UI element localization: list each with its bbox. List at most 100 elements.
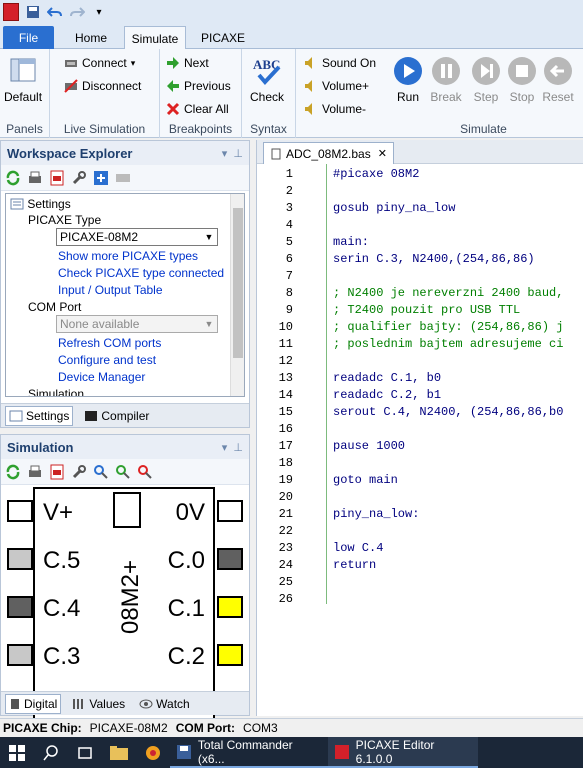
tab-file-adc[interactable]: ADC_08M2.bas ✕ xyxy=(263,142,394,164)
tab-simulate[interactable]: Simulate xyxy=(124,26,186,50)
refresh-icon[interactable] xyxy=(5,464,21,480)
zoom-in-icon[interactable] xyxy=(115,464,131,480)
code-line[interactable]: pause 1000 xyxy=(333,439,405,453)
wrench-icon[interactable] xyxy=(71,464,87,480)
code-line[interactable]: readadc C.2, b1 xyxy=(333,388,441,402)
step-button[interactable]: Step xyxy=(470,55,502,104)
tab-watch[interactable]: Watch xyxy=(136,695,193,713)
code-line[interactable]: piny_na_low: xyxy=(333,507,419,521)
workspace-bottom-tabs: Settings Compiler xyxy=(1,403,249,427)
chevron-down-icon: ▼ xyxy=(204,319,214,329)
zoom-icon[interactable] xyxy=(93,464,109,480)
panel-options-icon[interactable]: ▾ ⊥ xyxy=(222,147,243,160)
code-line[interactable]: low C.4 xyxy=(333,541,383,555)
code-line[interactable]: ; N2400 je nereverzni 2400 baud, xyxy=(333,286,563,300)
file-explorer-icon[interactable] xyxy=(102,737,136,768)
sound-on-button[interactable]: Sound On xyxy=(304,53,376,73)
com-port-select[interactable]: None available ▼ xyxy=(56,315,218,333)
configure-test-link[interactable]: Configure and test xyxy=(58,353,156,367)
line-number: 21 xyxy=(278,507,293,521)
disconnect-button[interactable]: Disconnect xyxy=(64,76,141,96)
code-area[interactable]: 1 #picaxe 08M2 2 3 gosub piny_na_low 4 5 main: 6… xyxy=(257,164,583,716)
run-button[interactable]: Run xyxy=(392,55,424,104)
close-tab-icon[interactable]: ✕ xyxy=(378,147,387,160)
tab-values[interactable]: Values xyxy=(69,695,128,713)
app-icon[interactable] xyxy=(3,3,19,21)
picaxe-type-select[interactable]: PICAXE-08M2 ▼ xyxy=(56,228,218,246)
device-manager-link[interactable]: Device Manager xyxy=(58,370,145,384)
task-view-icon[interactable] xyxy=(68,737,102,768)
panel-options-icon[interactable]: ▾ ⊥ xyxy=(222,441,243,454)
tree-com-port[interactable]: COM Port xyxy=(28,300,81,314)
app-pinned-icon[interactable] xyxy=(136,737,170,768)
stop-button[interactable]: Stop xyxy=(506,55,538,104)
tab-picaxe[interactable]: PICAXE xyxy=(192,26,254,49)
clear-all-breakpoints-button[interactable]: Clear All xyxy=(166,99,229,119)
volume-down-button[interactable]: Volume- xyxy=(304,99,366,119)
reset-button[interactable]: Reset xyxy=(542,55,574,104)
expand-all-icon[interactable] xyxy=(93,170,109,186)
code-line[interactable]: ; poslednim bajtem adresujeme ci xyxy=(333,337,563,351)
volume-up-button[interactable]: Volume+ xyxy=(304,76,369,96)
windows-taskbar: Total Commander (x6... PICAXE Editor 6.1… xyxy=(0,737,583,768)
simulate-group: Run Break Step Stop Reset Simulate xyxy=(384,49,583,138)
taskbar-picaxe-editor[interactable]: PICAXE Editor 6.1.0.0 xyxy=(328,737,478,768)
pin-c4[interactable] xyxy=(7,596,33,618)
code-line[interactable]: ; qualifier bajty: (254,86,86) j xyxy=(333,320,563,334)
taskbar-total-commander[interactable]: Total Commander (x6... xyxy=(170,737,328,768)
syntax-group: ABC Check Syntax xyxy=(242,49,296,138)
code-line[interactable]: serout C.4, N2400, (254,86,86,b0 xyxy=(333,405,563,419)
code-line[interactable]: #picaxe 08M2 xyxy=(333,167,419,181)
code-line[interactable]: readadc C.1, b0 xyxy=(333,371,441,385)
pdf-icon[interactable] xyxy=(49,464,65,480)
show-more-types-link[interactable]: Show more PICAXE types xyxy=(58,249,198,263)
code-line[interactable]: goto main xyxy=(333,473,398,487)
tree-settings[interactable]: Settings xyxy=(10,197,71,211)
search-icon[interactable] xyxy=(34,737,68,768)
collapse-all-icon[interactable] xyxy=(115,170,131,186)
undo-icon[interactable] xyxy=(47,4,63,20)
compiler-icon xyxy=(85,410,98,421)
check-syntax-button[interactable]: ABC Check xyxy=(250,55,284,104)
default-button[interactable]: Default xyxy=(4,55,42,104)
tree-scrollbar[interactable] xyxy=(230,194,244,396)
refresh-com-link[interactable]: Refresh COM ports xyxy=(58,336,161,350)
tree-picaxe-type[interactable]: PICAXE Type xyxy=(28,213,101,227)
windows-start-icon[interactable] xyxy=(0,737,34,768)
wrench-icon[interactable] xyxy=(71,170,87,186)
refresh-icon[interactable] xyxy=(5,170,21,186)
pause-icon xyxy=(432,57,460,85)
print-icon[interactable] xyxy=(27,170,43,186)
check-type-link[interactable]: Check PICAXE type connected xyxy=(58,266,224,280)
save-icon[interactable] xyxy=(25,4,41,20)
pin-c2[interactable] xyxy=(217,644,243,666)
break-button[interactable]: Break xyxy=(430,55,462,104)
pdf-icon[interactable] xyxy=(49,170,65,186)
previous-breakpoint-button[interactable]: Previous xyxy=(166,76,231,96)
pin-c5[interactable] xyxy=(7,548,33,570)
print-icon[interactable] xyxy=(27,464,43,480)
pin-c3[interactable] xyxy=(7,644,33,666)
redo-icon[interactable] xyxy=(69,4,85,20)
code-line[interactable]: ; T2400 pouzit pro USB TTL xyxy=(333,303,520,317)
close-icon xyxy=(166,102,180,116)
tree-simulation[interactable]: Simulation xyxy=(28,387,84,396)
zoom-out-icon[interactable] xyxy=(137,464,153,480)
customize-toolbar-icon[interactable]: ▾ xyxy=(91,4,107,20)
tab-compiler[interactable]: Compiler xyxy=(81,407,152,425)
code-line[interactable]: main: xyxy=(333,235,369,249)
tab-digital[interactable]: Digital xyxy=(5,693,62,714)
code-line[interactable]: serin C.3, N2400,(254,86,86) xyxy=(333,252,535,266)
code-line[interactable]: return xyxy=(333,558,376,572)
tab-file[interactable]: File xyxy=(3,26,54,49)
tab-home[interactable]: Home xyxy=(62,26,120,49)
io-table-link[interactable]: Input / Output Table xyxy=(58,283,163,297)
pin-c0[interactable] xyxy=(217,548,243,570)
code-line[interactable]: gosub piny_na_low xyxy=(333,201,455,215)
connect-button[interactable]: Connect ▾ xyxy=(64,53,135,73)
next-breakpoint-button[interactable]: Next xyxy=(166,53,209,73)
tab-settings[interactable]: Settings xyxy=(5,405,74,426)
status-chip-value: PICAXE-08M2 xyxy=(89,721,168,735)
line-number: 10 xyxy=(278,320,293,334)
pin-c1[interactable] xyxy=(217,596,243,618)
